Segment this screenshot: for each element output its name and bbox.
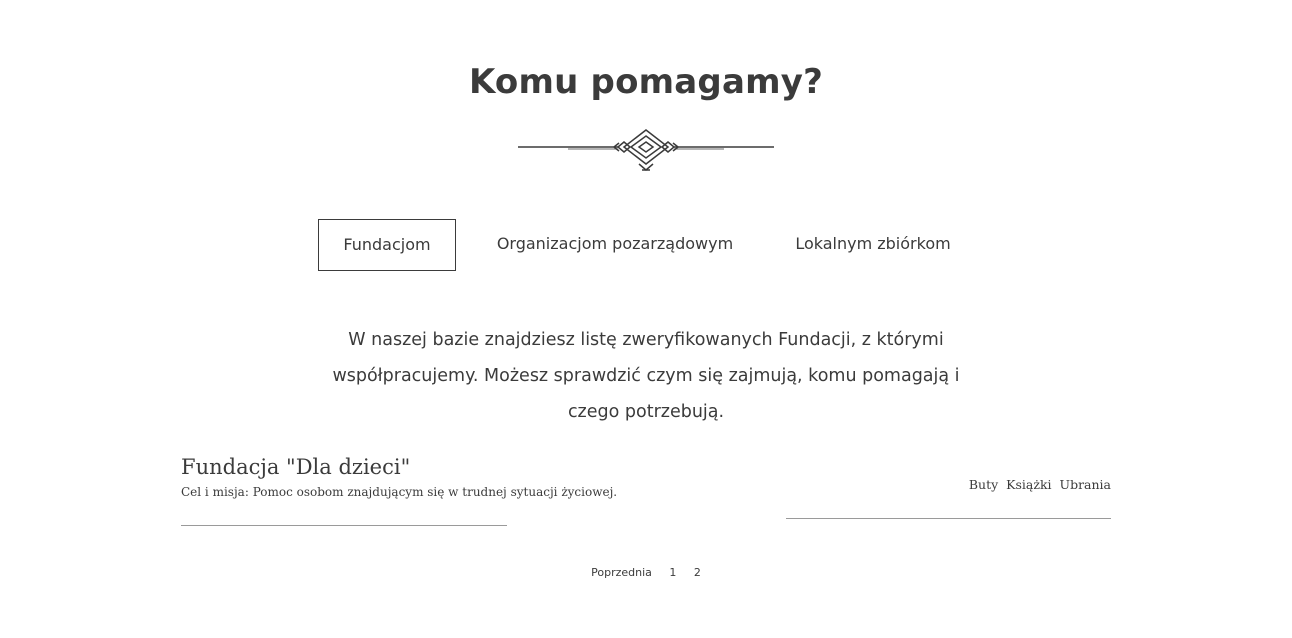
foundation-mission: Cel i misja: Pomoc osobom znajdującym si… <box>181 485 618 499</box>
pagination-page-link[interactable]: 1 <box>669 566 676 579</box>
section-description: W naszej bazie znajdziesz listę zweryfik… <box>332 330 960 422</box>
item-divider <box>181 525 507 526</box>
tab-local-collections[interactable]: Lokalnym zbiórkom <box>784 219 962 271</box>
foundation-name: Fundacja "Dla dzieci" <box>181 455 411 479</box>
ornament-divider-icon <box>518 129 774 171</box>
item-divider <box>786 518 1111 519</box>
need-tag: Buty <box>968 477 999 492</box>
need-tag: Książki <box>1006 477 1052 492</box>
need-tag: Ubrania <box>1059 477 1111 492</box>
pagination: Poprzednia 1 2 <box>0 566 1292 579</box>
tab-foundations[interactable]: Fundacjom <box>318 219 456 271</box>
tab-ngos[interactable]: Organizacjom pozarządowym <box>490 219 740 271</box>
foundation-needs: Buty Książki Ubrania <box>969 477 1111 492</box>
section-title: Komu pomagamy? <box>468 62 824 102</box>
foundation-list-item: Fundacja "Dla dzieci" Cel i misja: Pomoc… <box>181 455 1111 535</box>
pagination-prev-link[interactable]: Poprzednia <box>591 566 652 579</box>
pagination-page-link[interactable]: 2 <box>694 566 701 579</box>
